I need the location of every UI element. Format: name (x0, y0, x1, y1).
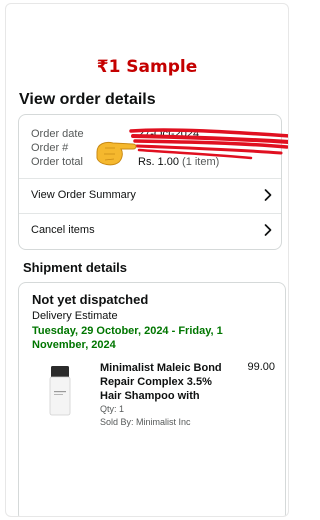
order-total-items: (1 item) (182, 156, 220, 168)
order-total-value: Rs. 1.00 (1 item) (138, 156, 219, 168)
order-total-amount: Rs. 1.00 (138, 156, 179, 168)
page-title: View order details (19, 91, 156, 108)
cancel-items-label: Cancel items (31, 224, 95, 236)
order-date-label: Order date (31, 128, 84, 140)
shipment-status: Not yet dispatched (32, 292, 149, 307)
cancel-items-row[interactable]: Cancel items (19, 214, 281, 248)
order-total-label: Order total (31, 156, 83, 168)
product-name[interactable]: Minimalist Maleic Bond Repair Complex 3.… (100, 361, 230, 403)
shipment-section-title: Shipment details (23, 260, 128, 275)
chevron-right-icon (264, 224, 272, 236)
order-number-label: Order # (31, 142, 69, 154)
delivery-estimate-label: Delivery Estimate (32, 310, 118, 322)
product-quantity: Qty: 1 (100, 404, 125, 414)
app-frame: ₹1 Sample View order details Order date … (5, 3, 289, 517)
product-price: 99.00 (247, 361, 275, 373)
order-date-value: 27-Oct-2024 (138, 128, 200, 140)
sample-banner: ₹1 Sample (96, 57, 198, 77)
view-order-summary-label: View Order Summary (31, 189, 136, 201)
shipment-card: Not yet dispatched Delivery Estimate Tue… (18, 282, 286, 516)
view-order-summary-row[interactable]: View Order Summary (19, 179, 281, 213)
chevron-right-icon (264, 189, 272, 201)
delivery-estimate-date: Tuesday, 29 October, 2024 - Friday, 1 No… (32, 325, 223, 351)
order-info-card: Order date 27-Oct-2024 Order # Order tot… (18, 114, 282, 250)
shampoo-bottle-icon[interactable] (47, 365, 73, 417)
product-seller: Sold By: Minimalist Inc (100, 417, 191, 427)
